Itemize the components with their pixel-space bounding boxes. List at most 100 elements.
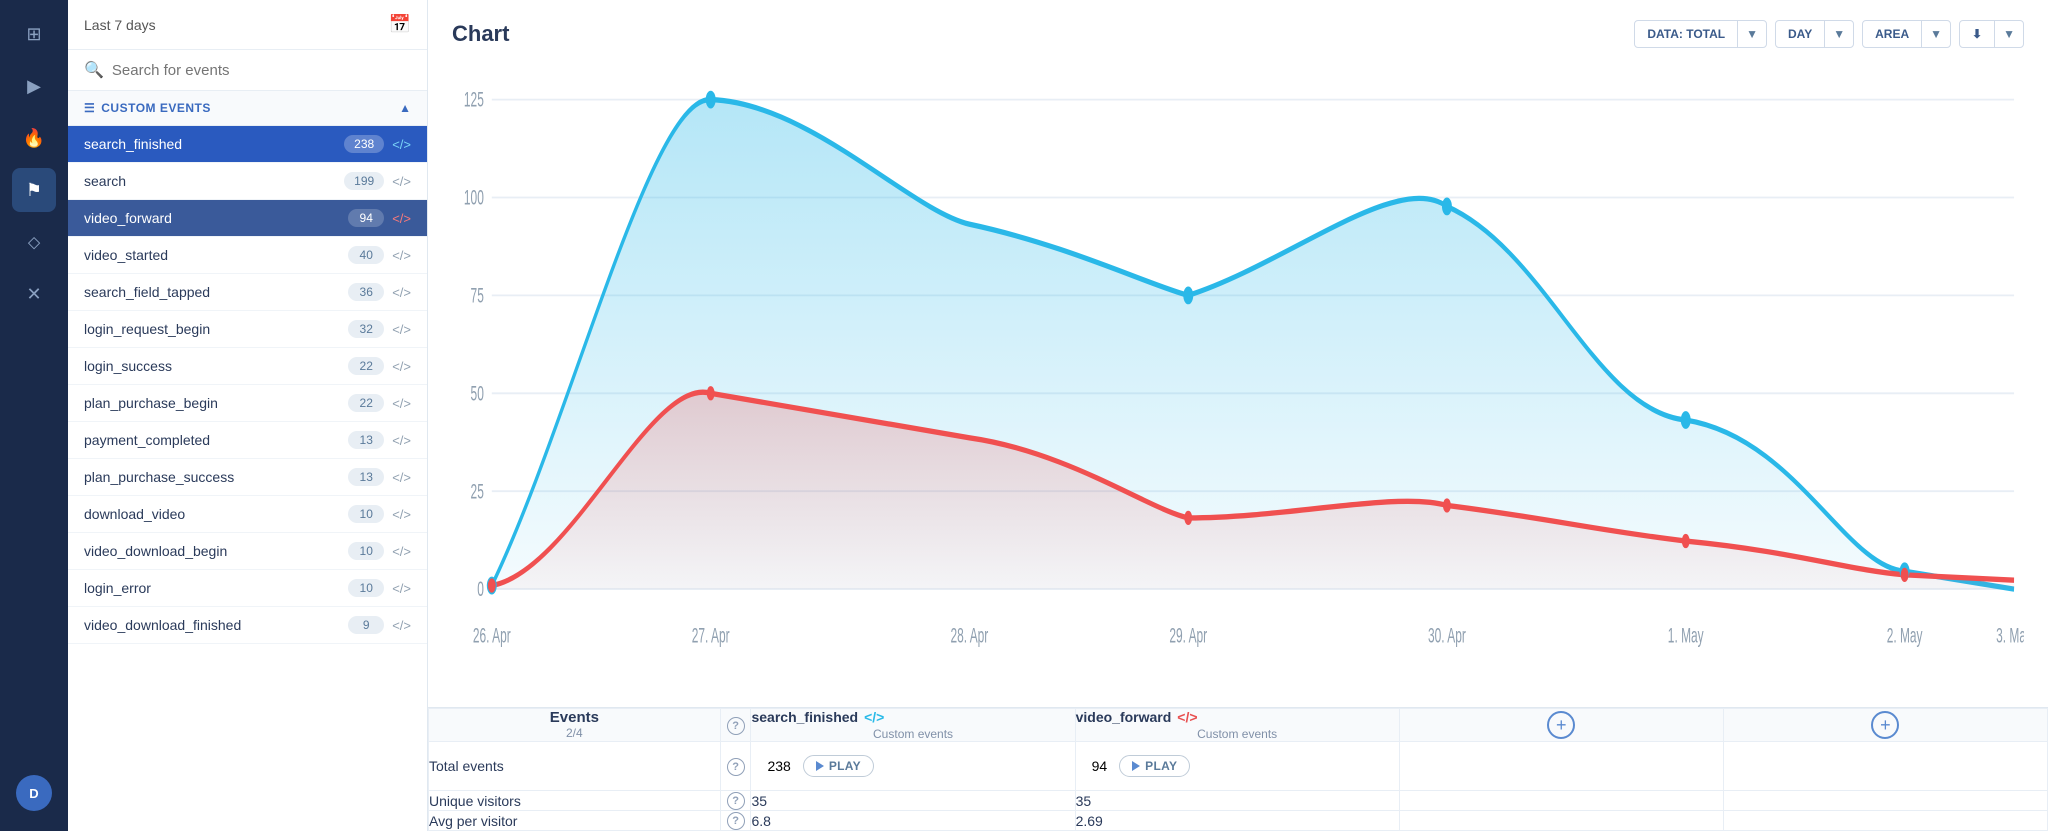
svg-text:50: 50	[471, 381, 484, 406]
event-item-video-download-begin[interactable]: video_download_begin 10 </>	[68, 533, 427, 570]
user-avatar[interactable]: D	[16, 775, 52, 811]
add-column-button-4[interactable]: +	[1871, 711, 1899, 739]
help-icon-avg[interactable]: ?	[727, 812, 745, 830]
event-badge: 9	[348, 616, 384, 634]
td-total-help: ?	[720, 742, 751, 791]
svg-text:2. May: 2. May	[1887, 623, 1923, 648]
event-item-video-started[interactable]: video_started 40 </>	[68, 237, 427, 274]
table-row-total: Total events ? 238 PLAY	[429, 742, 2048, 791]
event-name: video_forward	[84, 210, 348, 226]
nav-grid-icon[interactable]: ⊞	[12, 12, 56, 56]
event-item-plan-purchase-begin[interactable]: plan_purchase_begin 22 </>	[68, 385, 427, 422]
view-type-label: AREA	[1863, 21, 1922, 47]
section-header: ☰ CUSTOM EVENTS ▲	[68, 91, 427, 126]
event-name: plan_purchase_success	[84, 469, 348, 485]
td-total-col2: 94 PLAY	[1075, 742, 1399, 791]
search-icon: 🔍	[84, 60, 104, 80]
event-item-video-download-finished[interactable]: video_download_finished 9 </>	[68, 607, 427, 644]
event-item-video-forward[interactable]: video_forward 94 </>	[68, 200, 427, 237]
view-type-button[interactable]: AREA ▼	[1862, 20, 1951, 48]
code-icon-red: </>	[1177, 709, 1197, 725]
col-name-video-forward: video_forward </>	[1076, 709, 1399, 725]
th-add-col4: +	[1723, 709, 2047, 742]
code-icon: </>	[392, 322, 411, 337]
export-chevron[interactable]: ▼	[1995, 21, 2023, 47]
chart-controls: DATA: TOTAL ▼ DAY ▼ AREA ▼ ⬇ ▼	[1634, 20, 2024, 48]
total-number-col2: 94	[1092, 758, 1108, 774]
help-icon-unique[interactable]: ?	[727, 792, 745, 810]
period-chevron[interactable]: ▼	[1825, 21, 1853, 47]
calendar-icon[interactable]: 📅	[389, 14, 411, 35]
nav-flame-icon[interactable]: 🔥	[12, 116, 56, 160]
chart-header: Chart DATA: TOTAL ▼ DAY ▼ AREA ▼ ⬇ ▼	[452, 20, 2024, 48]
event-item-login-request-begin[interactable]: login_request_begin 32 </>	[68, 311, 427, 348]
total-number-col1: 238	[767, 758, 790, 774]
play-button-col2[interactable]: PLAY	[1119, 755, 1190, 777]
event-name: download_video	[84, 506, 348, 522]
code-icon: </>	[392, 507, 411, 522]
export-button[interactable]: ⬇ ▼	[1959, 20, 2024, 48]
chart-svg: 125 100 75 50 25 0	[452, 64, 2024, 687]
event-name: video_download_begin	[84, 543, 348, 559]
chart-section: Chart DATA: TOTAL ▼ DAY ▼ AREA ▼ ⬇ ▼	[428, 0, 2048, 708]
code-icon: </>	[392, 396, 411, 411]
event-name: video_download_finished	[84, 617, 348, 633]
table-section: Events 2/4 ? search_finished </> Custom …	[428, 708, 2048, 831]
data-total-chevron[interactable]: ▼	[1738, 21, 1766, 47]
chevron-up-icon[interactable]: ▲	[399, 101, 411, 115]
nav-cross-icon[interactable]: ✕	[12, 272, 56, 316]
event-badge: 40	[348, 246, 384, 264]
help-icon-total[interactable]: ?	[727, 758, 745, 776]
td-unique-col1: 35	[751, 791, 1075, 811]
code-icon: </>	[392, 618, 411, 633]
svg-text:26. Apr: 26. Apr	[473, 623, 511, 648]
event-badge: 32	[348, 320, 384, 338]
event-badge: 238	[344, 135, 384, 153]
table-row-avg: Avg per visitor ? 6.8 2.69	[429, 811, 2048, 831]
period-label: DAY	[1776, 21, 1825, 47]
chart-title: Chart	[452, 21, 509, 47]
event-item-search-finished[interactable]: search_finished 238 </>	[68, 126, 427, 163]
td-unique-label: Unique visitors	[429, 791, 721, 811]
events-sidebar: Last 7 days 📅 🔍 ☰ CUSTOM EVENTS ▲ search…	[68, 0, 428, 831]
event-badge: 36	[348, 283, 384, 301]
event-item-search[interactable]: search 199 </>	[68, 163, 427, 200]
event-item-payment-completed[interactable]: payment_completed 13 </>	[68, 422, 427, 459]
search-bar: 🔍	[68, 50, 427, 91]
td-unique-col3	[1399, 791, 1723, 811]
data-total-button[interactable]: DATA: TOTAL ▼	[1634, 20, 1767, 48]
svg-text:30. Apr: 30. Apr	[1428, 623, 1466, 648]
td-total-col4	[1723, 742, 2047, 791]
add-column-button-3[interactable]: +	[1547, 711, 1575, 739]
svg-text:1. May: 1. May	[1668, 623, 1704, 648]
events-col-label: Events	[429, 709, 720, 726]
total-val-col1: 238 PLAY	[751, 742, 1074, 790]
event-item-plan-purchase-success[interactable]: plan_purchase_success 13 </>	[68, 459, 427, 496]
svg-text:75: 75	[471, 283, 484, 308]
event-item-login-error[interactable]: login_error 10 </>	[68, 570, 427, 607]
icon-sidebar: ⊞ ▶ 🔥 ⚑ ⬦ ✕ D	[0, 0, 68, 831]
event-item-search-field-tapped[interactable]: search_field_tapped 36 </>	[68, 274, 427, 311]
play-triangle-icon	[1132, 761, 1140, 771]
event-name: video_started	[84, 247, 348, 263]
event-item-login-success[interactable]: login_success 22 </>	[68, 348, 427, 385]
table-row-unique: Unique visitors ? 35 35	[429, 791, 2048, 811]
help-icon[interactable]: ?	[727, 717, 745, 735]
code-icon: </>	[392, 211, 411, 226]
th-video-forward: video_forward </> Custom events	[1075, 709, 1399, 742]
search-input[interactable]	[112, 62, 411, 79]
th-add-col3: +	[1399, 709, 1723, 742]
period-button[interactable]: DAY ▼	[1775, 20, 1854, 48]
event-item-download-video[interactable]: download_video 10 </>	[68, 496, 427, 533]
svg-text:28. Apr: 28. Apr	[950, 623, 988, 648]
col-sub-search-finished: Custom events	[751, 727, 1074, 741]
nav-play-icon[interactable]: ▶	[12, 64, 56, 108]
nav-flag-icon[interactable]: ⚑	[12, 168, 56, 212]
code-icon: </>	[392, 174, 411, 189]
play-button-col1[interactable]: PLAY	[803, 755, 874, 777]
code-icon: </>	[392, 544, 411, 559]
event-name: payment_completed	[84, 432, 348, 448]
view-type-chevron[interactable]: ▼	[1922, 21, 1950, 47]
col-sub-video-forward: Custom events	[1076, 727, 1399, 741]
nav-filter-icon[interactable]: ⬦	[12, 220, 56, 264]
